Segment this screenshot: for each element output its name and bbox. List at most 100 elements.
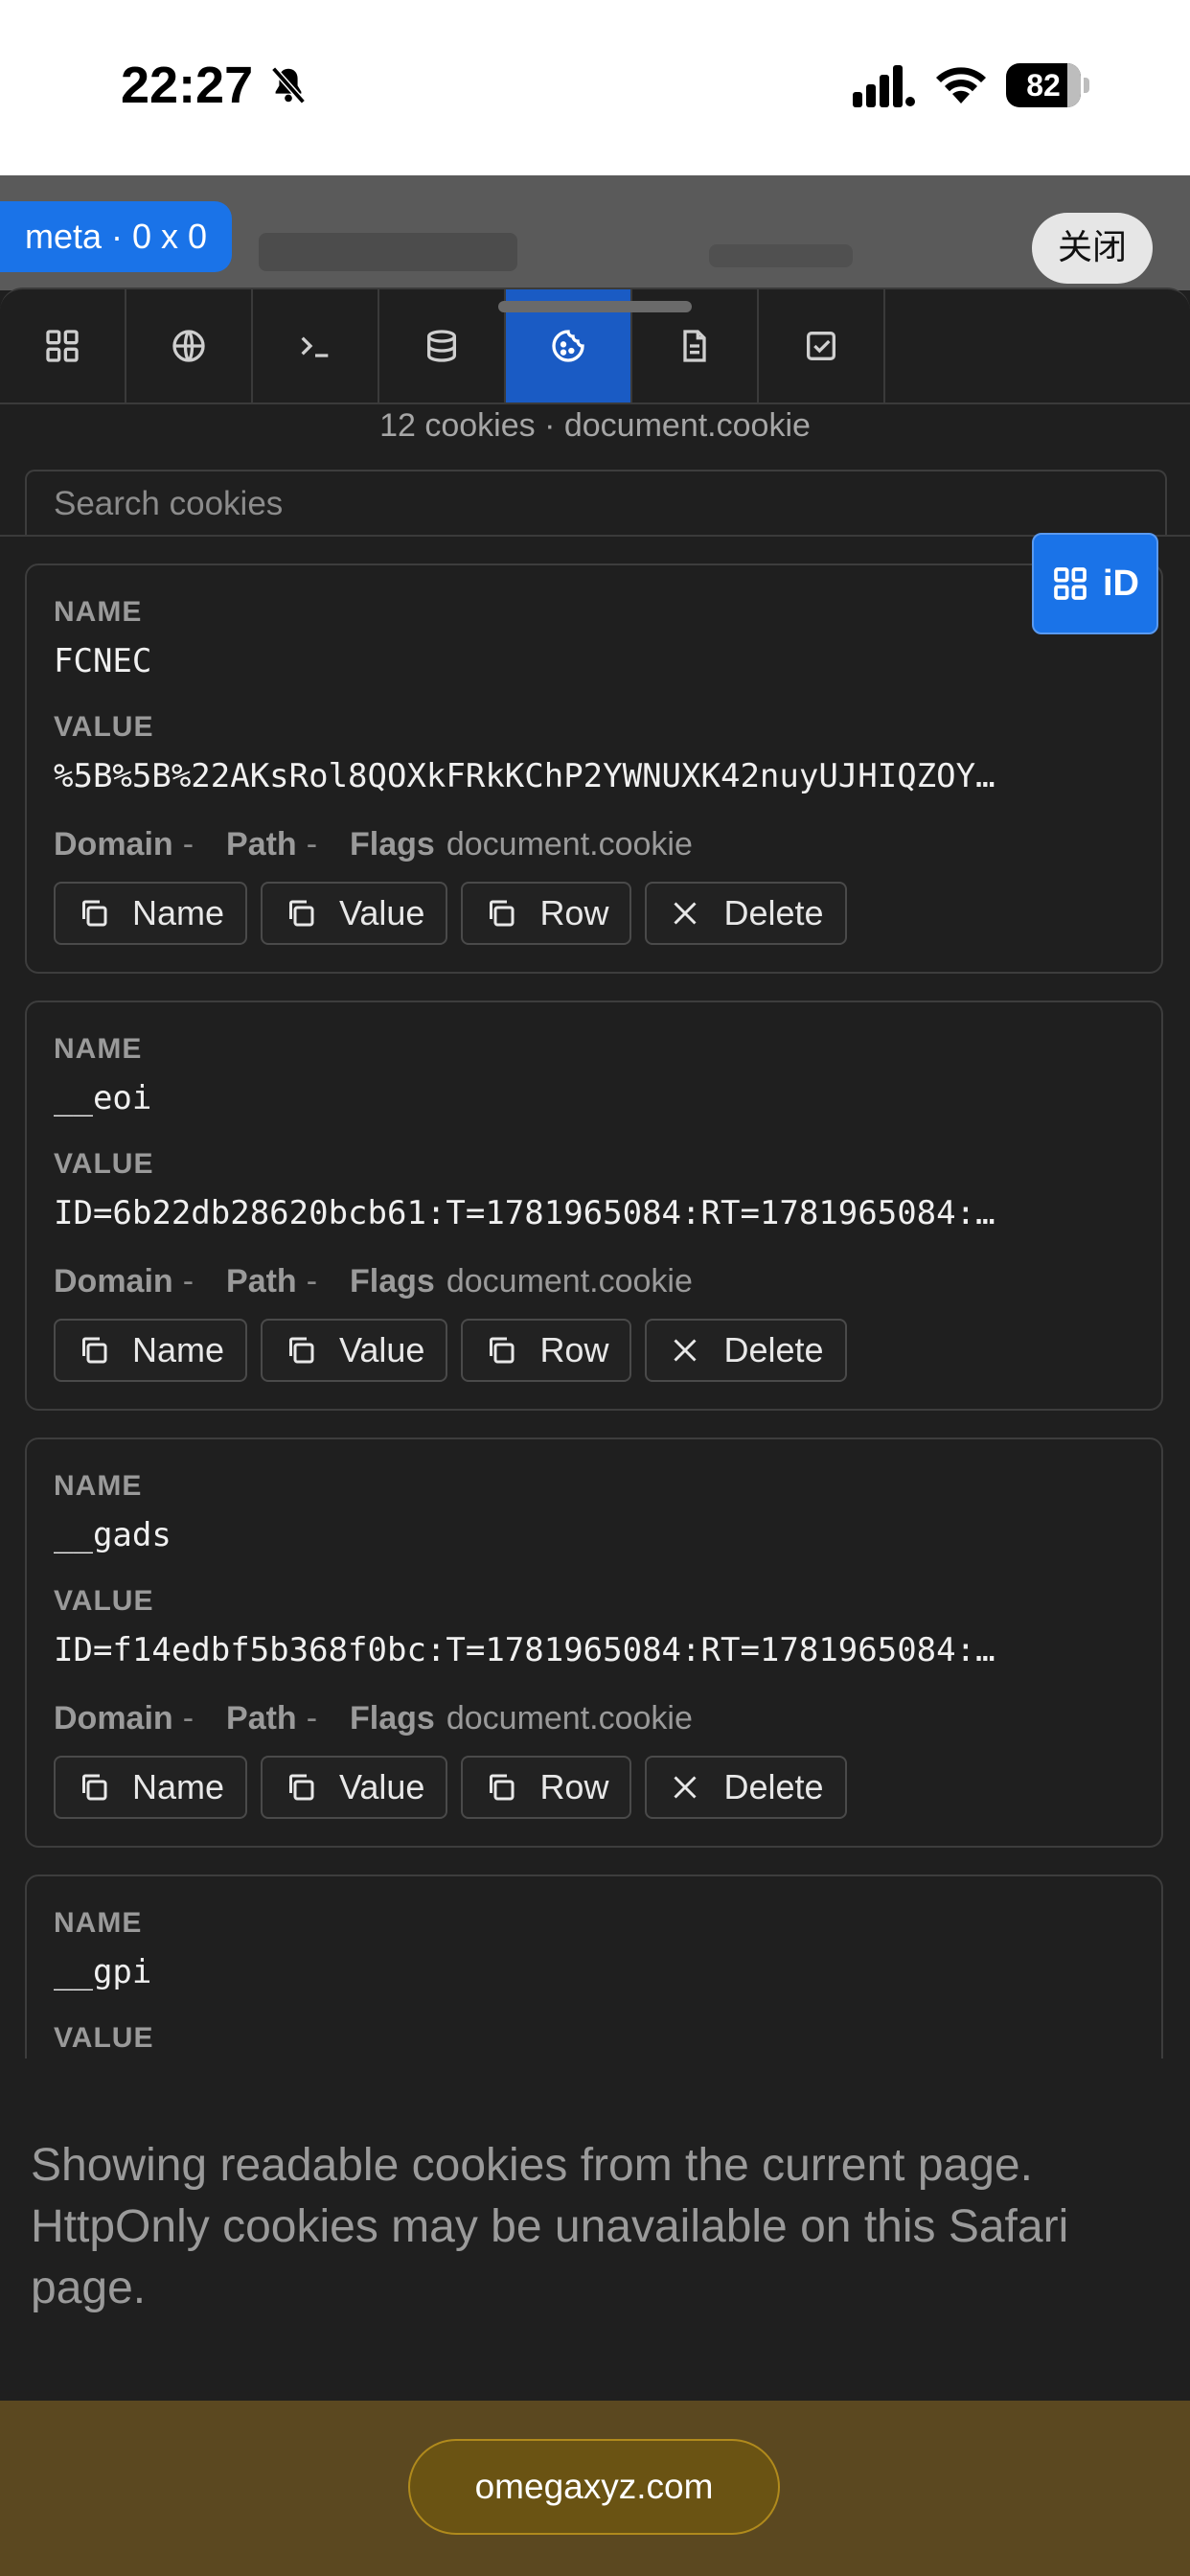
button-label: Value: [339, 1767, 425, 1806]
button-label: Delete: [723, 893, 824, 932]
copy-icon: [490, 1774, 515, 1801]
delete-button[interactable]: Delete: [645, 1756, 847, 1819]
close-icon: [674, 1339, 698, 1362]
copy-icon: [490, 900, 515, 927]
cookie-meta: Domain - Path - Flags document.cookie: [54, 1700, 693, 1737]
button-label: Row: [539, 893, 609, 932]
cookie-value: ID=f14edbf5b368f0bc:T=1781965084:RT=1781…: [54, 1631, 995, 1669]
path-label: Path: [226, 1263, 297, 1300]
inspect-id-button[interactable]: iD: [1032, 533, 1158, 634]
path-value: -: [306, 1263, 318, 1300]
drag-handle[interactable]: [498, 301, 692, 312]
name-label: NAME: [54, 596, 143, 628]
cookie-value: %5B%5B%22AKsRol8QOXkFRkKChP2YWNUXK42nuyU…: [54, 757, 995, 795]
tab-checks[interactable]: [759, 289, 885, 402]
domain-value: -: [182, 1700, 195, 1736]
cookie-name: FCNEC: [54, 642, 152, 680]
value-label: VALUE: [54, 2022, 154, 2054]
cookie-list[interactable]: NAME FCNEC VALUE %5B%5B%22AKsRol8QOXkFRk…: [0, 537, 1190, 2058]
copy-value-button[interactable]: Value: [261, 1319, 448, 1382]
button-label: Name: [132, 1330, 225, 1369]
flags-value: document.cookie: [446, 1263, 693, 1300]
cookie-value: ID=6b22db28620bcb61:T=1781965084:RT=1781…: [54, 1194, 995, 1232]
database-icon: [427, 330, 456, 362]
cookie-meta: Domain - Path - Flags document.cookie: [54, 826, 693, 863]
delete-button[interactable]: Delete: [645, 1319, 847, 1382]
bell-slash-icon: [271, 66, 306, 104]
search-input[interactable]: [27, 472, 1165, 537]
tab-storage[interactable]: [379, 289, 506, 402]
cookie-name: __eoi: [54, 1079, 152, 1117]
cookie-summary: 12 cookies · document.cookie: [0, 407, 1190, 445]
close-button[interactable]: 关闭: [1032, 213, 1153, 284]
tab-network[interactable]: [126, 289, 253, 402]
cookie-card: NAME __eoi VALUE ID=6b22db28620bcb61:T=1…: [25, 1000, 1163, 1411]
tab-elements[interactable]: [0, 289, 126, 402]
grid-icon: [46, 330, 79, 362]
domain-label: Domain: [54, 1700, 173, 1736]
button-label: Value: [339, 1330, 425, 1369]
battery-icon: 82: [1006, 63, 1090, 107]
name-label: NAME: [54, 1033, 143, 1065]
path-label: Path: [226, 1700, 297, 1736]
flags-value: document.cookie: [446, 826, 693, 862]
status-bar: 22:27 82: [0, 0, 1190, 175]
meta-badge[interactable]: meta · 0 x 0: [0, 201, 233, 272]
copy-name-button[interactable]: Name: [54, 1319, 248, 1382]
flags-label: Flags: [350, 1700, 435, 1736]
domain-label: Domain: [54, 826, 173, 862]
cookie-card: NAME __gpi VALUE: [25, 1874, 1163, 2058]
domain-value: -: [182, 1263, 195, 1300]
cookie-info-note: Showing readable cookies from the curren…: [31, 2140, 1069, 2313]
search-box: [25, 470, 1167, 537]
value-label: VALUE: [54, 1585, 154, 1617]
copy-icon: [490, 1337, 515, 1364]
cookie-source: document.cookie: [563, 407, 811, 444]
copy-value-button[interactable]: Value: [261, 1756, 448, 1819]
button-label: Value: [339, 893, 425, 932]
copy-row-button[interactable]: Row: [461, 1319, 632, 1382]
flags-label: Flags: [350, 826, 435, 862]
close-icon: [674, 1776, 698, 1799]
copy-icon: [289, 900, 314, 927]
name-label: NAME: [54, 1470, 143, 1502]
cookie-count: 12 cookies: [379, 407, 536, 444]
cookie-actions: Name Value Row Delete: [54, 882, 847, 945]
domain-value: -: [182, 826, 195, 862]
button-label: Name: [132, 1767, 225, 1806]
copy-row-button[interactable]: Row: [461, 882, 632, 945]
tab-console[interactable]: [253, 289, 379, 402]
cookie-actions: Name Value Row Delete: [54, 1319, 847, 1382]
button-label: Name: [132, 893, 225, 932]
path-value: -: [306, 826, 318, 862]
copy-value-button[interactable]: Value: [261, 882, 448, 945]
cookie-card: NAME __gads VALUE ID=f14edbf5b368f0bc:T=…: [25, 1438, 1163, 1848]
flags-value: document.cookie: [446, 1700, 693, 1736]
id-button-label: iD: [1103, 563, 1139, 604]
copy-icon: [289, 1337, 314, 1364]
name-label: NAME: [54, 1907, 143, 1939]
value-label: VALUE: [54, 1148, 154, 1180]
delete-button[interactable]: Delete: [645, 882, 847, 945]
path-value: -: [306, 1700, 318, 1736]
url-field[interactable]: omegaxyz.com: [408, 2439, 780, 2535]
summary-separator: ·: [544, 407, 556, 444]
button-label: Delete: [723, 1330, 824, 1369]
copy-name-button[interactable]: Name: [54, 882, 248, 945]
cookie-icon: [552, 330, 584, 362]
value-label: VALUE: [54, 711, 154, 743]
cookie-name: __gpi: [54, 1953, 152, 1991]
cellular-signal-icon: [853, 65, 915, 107]
domain-label: Domain: [54, 1263, 173, 1300]
globe-icon: [172, 330, 205, 362]
cookie-actions: Name Value Row Delete: [54, 1756, 847, 1819]
grid-icon: [1054, 567, 1087, 600]
copy-name-button[interactable]: Name: [54, 1756, 248, 1819]
document-icon: [683, 330, 706, 362]
cookie-meta: Domain - Path - Flags document.cookie: [54, 1263, 693, 1300]
button-label: Row: [539, 1330, 609, 1369]
copy-row-button[interactable]: Row: [461, 1756, 632, 1819]
cookie-name: __gads: [54, 1516, 172, 1554]
copy-icon: [82, 1774, 107, 1801]
flags-label: Flags: [350, 1263, 435, 1300]
